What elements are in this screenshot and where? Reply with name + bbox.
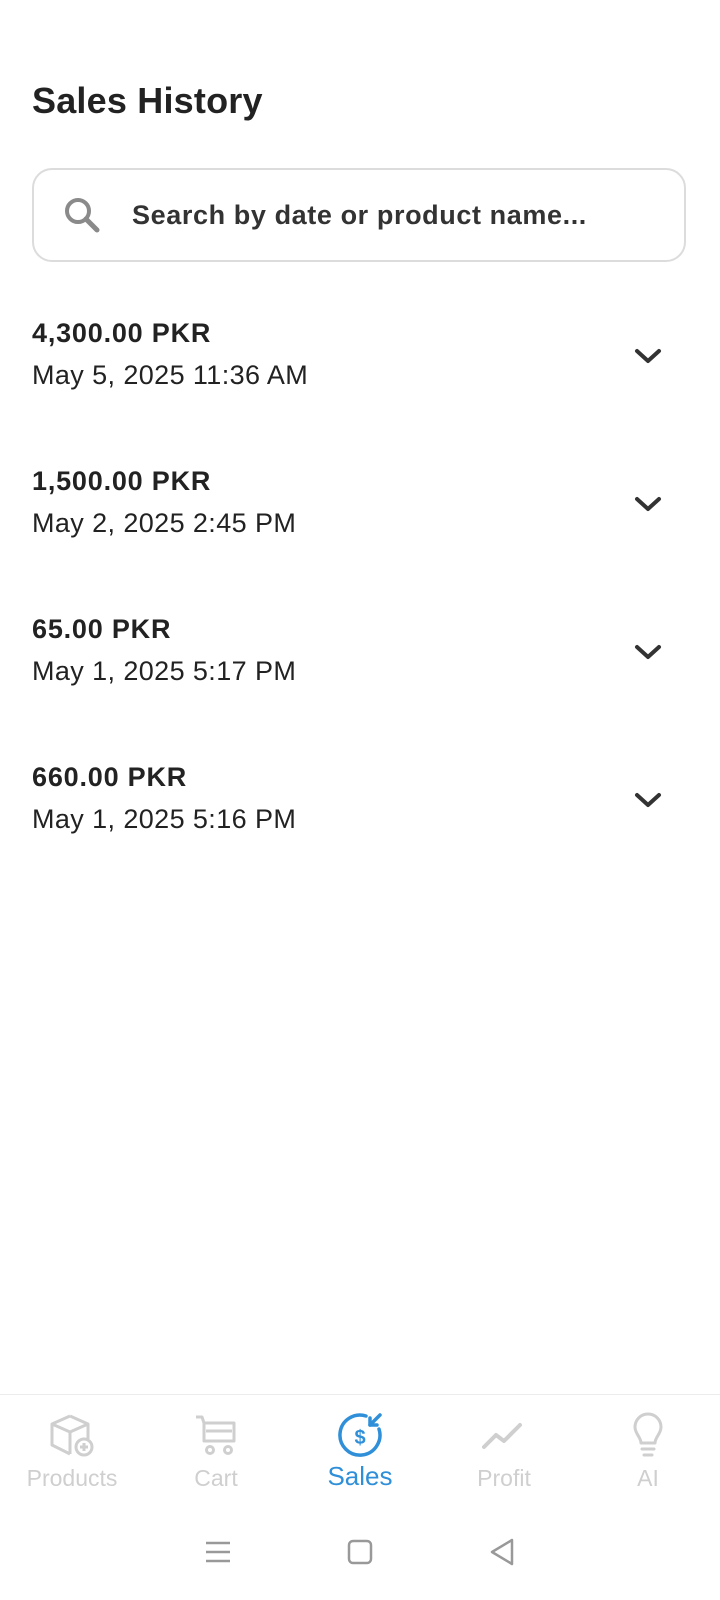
menu-icon[interactable] — [194, 1528, 242, 1576]
box-add-icon — [48, 1411, 96, 1459]
sale-date: May 2, 2025 2:45 PM — [32, 508, 297, 538]
sales-list: 4,300.00 PKR May 5, 2025 11:36 AM 1,500.… — [0, 300, 720, 892]
nav-label: AI — [637, 1465, 659, 1491]
page-title: Sales History — [32, 80, 263, 121]
search-box[interactable]: Search by date or product name... — [32, 168, 686, 262]
lightbulb-icon — [624, 1411, 672, 1459]
bottom-nav: Products Cart $ Sales Profit AI — [0, 1394, 720, 1505]
sale-date: May 1, 2025 5:16 PM — [32, 804, 297, 834]
chevron-down-icon[interactable] — [630, 486, 666, 522]
nav-label: Profit — [477, 1465, 531, 1491]
trend-line-icon — [480, 1411, 528, 1459]
sale-list-item[interactable]: 660.00 PKR May 1, 2025 5:16 PM — [0, 744, 720, 892]
sale-amount: 1,500.00 PKR — [32, 466, 212, 496]
chevron-down-icon[interactable] — [630, 634, 666, 670]
search-icon — [62, 195, 102, 235]
system-nav-bar — [0, 1504, 720, 1600]
back-triangle-icon[interactable] — [478, 1528, 526, 1576]
dollar-refresh-icon: $ — [336, 1411, 384, 1459]
sale-amount: 65.00 PKR — [32, 614, 172, 644]
nav-label: Sales — [327, 1461, 393, 1491]
search-input[interactable]: Search by date or product name... — [132, 200, 587, 231]
chevron-down-icon[interactable] — [630, 782, 666, 818]
home-square-icon[interactable] — [336, 1528, 384, 1576]
chevron-down-icon[interactable] — [630, 338, 666, 374]
sale-amount: 660.00 PKR — [32, 762, 188, 792]
sale-date: May 5, 2025 11:36 AM — [32, 360, 309, 390]
nav-item-ai[interactable]: AI — [576, 1395, 720, 1505]
nav-item-sales[interactable]: $ Sales — [288, 1395, 432, 1505]
sale-date: May 1, 2025 5:17 PM — [32, 656, 297, 686]
svg-text:$: $ — [354, 1427, 365, 1449]
sale-amount: 4,300.00 PKR — [32, 318, 212, 348]
cart-icon — [192, 1411, 240, 1459]
nav-item-profit[interactable]: Profit — [432, 1395, 576, 1505]
nav-item-cart[interactable]: Cart — [144, 1395, 288, 1505]
sale-list-item[interactable]: 65.00 PKR May 1, 2025 5:17 PM — [0, 596, 720, 744]
nav-label: Products — [26, 1465, 118, 1491]
sale-list-item[interactable]: 4,300.00 PKR May 5, 2025 11:36 AM — [0, 300, 720, 448]
nav-label: Cart — [194, 1465, 238, 1491]
sale-list-item[interactable]: 1,500.00 PKR May 2, 2025 2:45 PM — [0, 448, 720, 596]
nav-item-products[interactable]: Products — [0, 1395, 144, 1505]
